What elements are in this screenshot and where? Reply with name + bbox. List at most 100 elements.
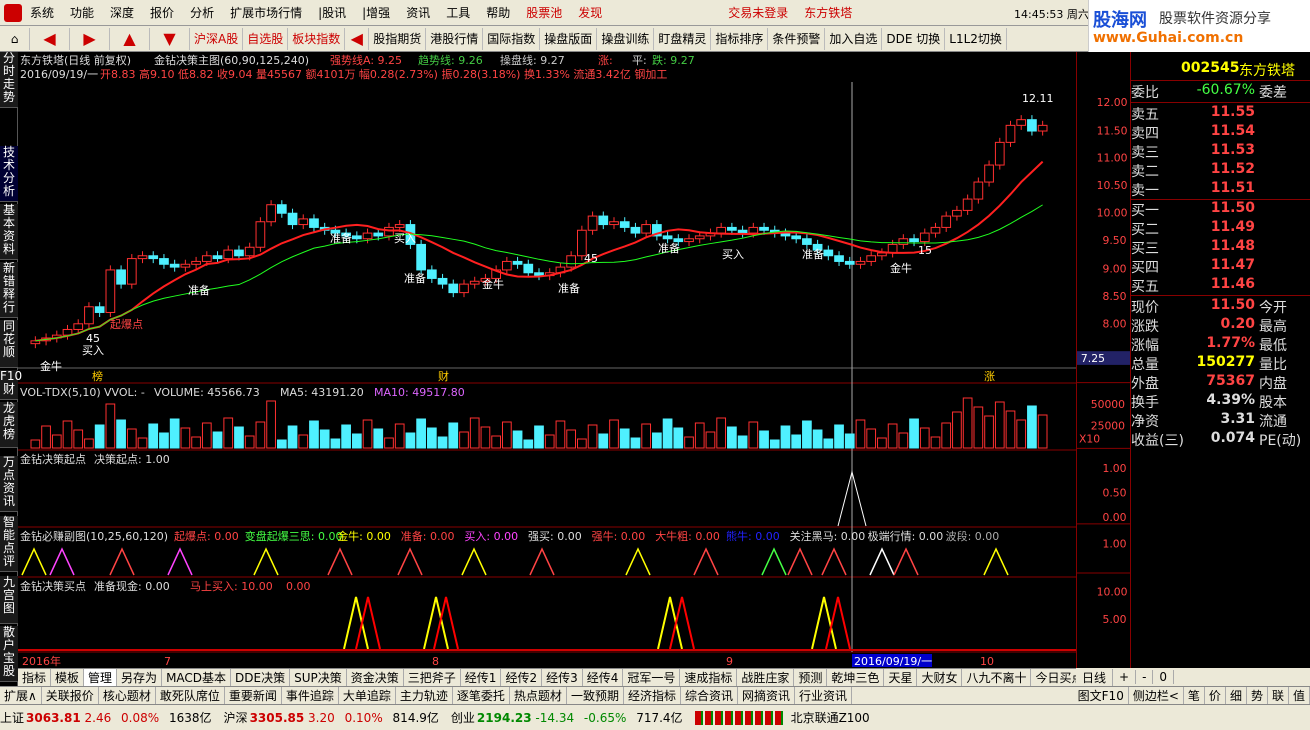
indicator-tab-16[interactable]: 预测 [794,669,828,686]
ask-row-1[interactable]: 卖一 11.51 [1131,180,1310,199]
indicator-tab-11[interactable]: 经传3 [542,669,583,686]
info-tab-1[interactable]: 关联报价 [42,687,99,704]
menu-quote[interactable]: 报价 [142,4,182,21]
side-tab-4[interactable]: 细 [1226,687,1247,704]
side-tab-7[interactable]: 值 [1289,687,1310,704]
ask-row-2[interactable]: 卖二 11.52 [1131,161,1310,180]
index-1[interactable]: 沪深 3305.85 3.20 0.10% 814.9亿 [224,709,445,726]
tb-sh-sz-a[interactable]: 沪深A股 [190,27,244,50]
ask-row-3[interactable]: 卖三 11.53 [1131,142,1310,161]
info-tab-3[interactable]: 敢死队席位 [156,687,225,704]
indicator-tab-18[interactable]: 天星 [884,669,918,686]
tab-fundamentals[interactable]: 基本资料 [0,204,18,260]
tb-training[interactable]: 操盘训练 [597,27,655,50]
info-tab-10[interactable]: 一致预期 [567,687,624,704]
menu-stock-pool[interactable]: 股票池 [518,4,570,21]
menu-analysis[interactable]: 分析 [182,4,222,21]
side-tab-3[interactable]: 价 [1205,687,1226,704]
tab-ths[interactable]: 同花顺 [0,320,18,368]
stat-row-7[interactable]: 收益(三) 0.074 PE(动) [1131,430,1310,449]
tab-retail[interactable]: 散户宝股 [0,626,18,682]
side-tab-5[interactable]: 势 [1247,687,1268,704]
tab-technical[interactable]: 技术分析 [0,146,18,202]
forward-arrow-icon[interactable]: ▶ [70,27,110,50]
index-0[interactable]: 上证 3063.81 2.46 0.08% 1638亿 [0,709,218,726]
home-icon[interactable]: ⌂ [0,27,30,50]
app-icon[interactable] [4,3,22,22]
menu-tools[interactable]: 工具 [438,4,478,21]
tab-wandian[interactable]: 万点资讯 [0,456,18,512]
stat-row-4[interactable]: 外盘 75367 内盘 [1131,373,1310,392]
info-tab-11[interactable]: 经济指标 [624,687,681,704]
tb-alert[interactable]: 条件预警 [768,27,826,50]
down-arrow-icon[interactable]: ▼ [150,27,190,50]
indicator-tab-9[interactable]: 经传1 [461,669,502,686]
tb-sort[interactable]: 指标排序 [711,27,769,50]
bid-row-4[interactable]: 买四 11.47 [1131,257,1310,276]
indicator-tab-14[interactable]: 速成指标 [680,669,738,686]
indicator-tab-12[interactable]: 经传4 [583,669,624,686]
bid-row-2[interactable]: 买二 11.49 [1131,219,1310,238]
info-tab-14[interactable]: 行业资讯 [795,687,853,704]
tb-sector-index[interactable]: 板块指数 [288,27,346,50]
tb-intl-index[interactable]: 国际指数 [483,27,541,50]
stat-row-2[interactable]: 涨幅 1.77% 最低 [1131,335,1310,354]
indicator-tab-1[interactable]: 模板 [51,669,85,686]
indicator-tab-3[interactable]: 另存为 [117,669,163,686]
tb-index-futures[interactable]: 股指期货 [369,27,427,50]
period-btn-2[interactable]: - [1136,670,1154,684]
indicator-tab-6[interactable]: SUP决策 [290,669,347,686]
tb-layout[interactable]: 操盘版面 [540,27,598,50]
menu-system[interactable]: 系统 [22,4,62,21]
info-tab-4[interactable]: 重要新闻 [225,687,282,704]
indicator-tab-4[interactable]: MACD基本 [162,669,232,686]
tab-f10[interactable]: F10财 [0,370,22,400]
side-tab-1[interactable]: 侧边栏< [1129,687,1184,704]
bid-row-5[interactable]: 买五 11.46 [1131,276,1310,295]
info-tab-5[interactable]: 事件追踪 [282,687,339,704]
kline-chart[interactable]: 东方铁塔(日线 前复权) 金钻决策主图(60,90,125,240) 强势线A:… [18,52,1076,668]
bid-row-1[interactable]: 买一 11.50 [1131,200,1310,219]
menu-news[interactable]: |股讯 [310,4,354,21]
tb-monitor[interactable]: 盯盘精灵 [654,27,712,50]
tb-hk[interactable]: 港股行情 [426,27,484,50]
indicator-tab-15[interactable]: 战胜庄家 [737,669,795,686]
menu-depth[interactable]: 深度 [102,4,142,21]
stat-row-5[interactable]: 换手 4.39% 股本 [1131,392,1310,411]
indicator-tab-10[interactable]: 经传2 [501,669,543,686]
period-btn-3[interactable]: 0 [1153,670,1175,684]
back-arrow-icon[interactable]: ◀ [30,27,70,50]
ask-row-5[interactable]: 卖五 11.55 [1131,104,1310,123]
up-arrow-icon[interactable]: ▲ [110,27,150,50]
stat-row-1[interactable]: 涨跌 0.20 最高 [1131,316,1310,335]
tb-watchlist[interactable]: 自选股 [243,27,289,50]
tab-intraday[interactable]: 分时走势 [0,52,18,108]
indicator-tab-17[interactable]: 乾坤三色 [827,669,885,686]
tb-dde[interactable]: DDE 切换 [882,27,946,50]
info-tab-9[interactable]: 热点题材 [510,687,567,704]
info-tab-12[interactable]: 综合资讯 [681,687,738,704]
stat-row-0[interactable]: 现价 11.50 今开 [1131,297,1310,316]
side-tab-0[interactable]: 图文F10 [1074,687,1129,704]
indicator-tab-8[interactable]: 三把斧子 [404,669,461,686]
indicator-tab-13[interactable]: 冠军一号 [623,669,681,686]
tab-9grid[interactable]: 九宫图 [0,576,18,624]
indicator-tab-19[interactable]: 大财女 [917,669,963,686]
menu-info[interactable]: 资讯 [398,4,438,21]
index-2[interactable]: 创业 2194.23 -14.34 -0.65% 717.4亿 [451,709,689,726]
bid-row-3[interactable]: 买三 11.48 [1131,238,1310,257]
info-tab-13[interactable]: 网摘资讯 [738,687,795,704]
info-tab-6[interactable]: 大单追踪 [339,687,396,704]
indicator-tab-5[interactable]: DDE决策 [231,669,291,686]
menu-ext-market[interactable]: 扩展市场行情 [222,4,310,21]
side-tab-2[interactable]: 笔 [1184,687,1205,704]
server-status[interactable]: 北京联通Z100 [791,709,870,726]
tab-lhb[interactable]: 龙虎榜 [0,402,18,448]
period-btn-1[interactable]: + [1113,670,1137,684]
ask-row-4[interactable]: 卖四 11.54 [1131,123,1310,142]
indicator-tab-7[interactable]: 资金决策 [347,669,404,686]
info-tab-0[interactable]: 扩展∧ [0,687,42,704]
tab-news[interactable]: 新错释行 [0,262,18,318]
stat-row-6[interactable]: 净资 3.31 流通 [1131,411,1310,430]
menu-function[interactable]: 功能 [62,4,102,21]
